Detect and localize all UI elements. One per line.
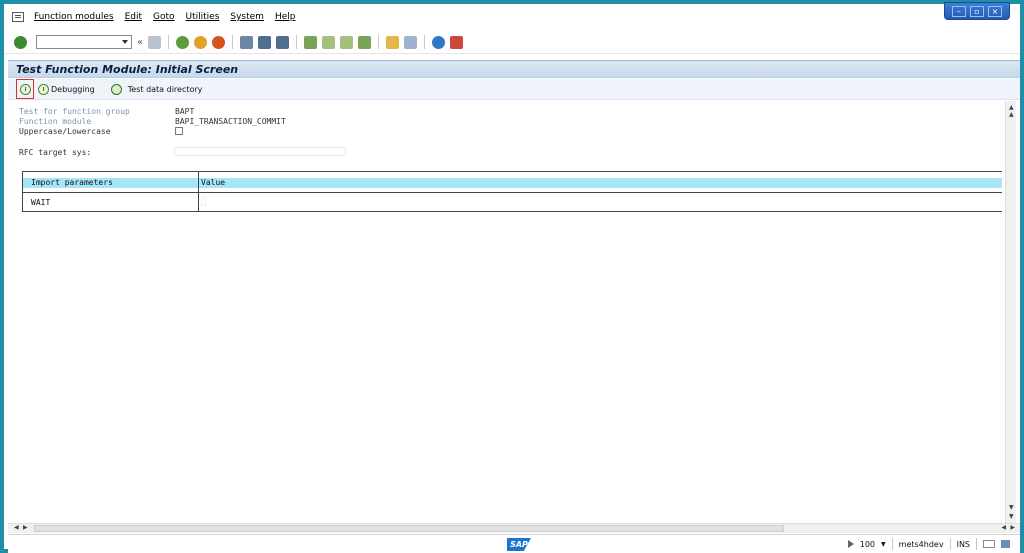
main-content: Test for function group BAPT Function mo… <box>8 101 1012 523</box>
exit-icon[interactable] <box>194 35 208 49</box>
uppercase-lowercase-label: Uppercase/Lowercase <box>19 127 111 136</box>
window-controls: – ▫ × <box>944 2 1010 20</box>
find-icon[interactable] <box>258 35 272 49</box>
application-toolbar: Debugging Test data directory <box>8 79 1020 100</box>
scroll-right-icon[interactable]: ▶ <box>23 524 28 531</box>
layout-icon[interactable] <box>450 35 464 49</box>
table-header: Import parameters Value <box>23 178 1002 188</box>
magnifier-icon <box>110 83 122 95</box>
vertical-scrollbar[interactable]: ▲ ▲ ▼ ▼ <box>1005 101 1016 523</box>
back-icon[interactable] <box>176 35 190 49</box>
help-icon[interactable] <box>432 35 446 49</box>
execute-icon <box>19 83 31 95</box>
header-import-parameters: Import parameters <box>31 178 113 187</box>
import-parameters-table: Import parameters Value WAIT <box>22 171 1002 212</box>
standard-toolbar: « <box>4 31 1020 54</box>
new-session-icon[interactable] <box>386 35 400 49</box>
toolbar-separator <box>424 35 426 49</box>
play-icon[interactable] <box>847 540 854 548</box>
toolbar-separator <box>168 35 170 49</box>
find-next-icon[interactable] <box>276 35 290 49</box>
menu-function-modules[interactable]: Function modules <box>34 12 114 22</box>
print-icon[interactable] <box>240 35 254 49</box>
uppercase-lowercase-checkbox[interactable] <box>175 127 183 135</box>
menu-system[interactable]: System <box>230 12 264 22</box>
save-icon[interactable] <box>148 35 162 49</box>
expand-command-icon[interactable]: « <box>137 37 143 48</box>
test-data-directory-label: Test data directory <box>127 84 203 94</box>
status-separator <box>976 538 977 550</box>
toolbar-separator <box>378 35 380 49</box>
horizontal-scrollbar[interactable]: ◀ ▶ ◀ ▶ <box>8 523 1020 533</box>
status-info: 100 ▼ mets4hdev INS <box>847 538 1010 550</box>
debugging-label: Debugging <box>51 84 95 94</box>
enter-icon[interactable] <box>14 35 27 49</box>
test-data-directory-button[interactable]: Test data directory <box>110 83 203 95</box>
scroll-up-icon[interactable]: ▲ <box>1009 111 1014 118</box>
scroll-left-icon[interactable]: ◀ <box>14 524 19 531</box>
command-field[interactable] <box>36 35 132 49</box>
status-separator <box>891 538 893 550</box>
next-page-icon[interactable] <box>340 35 354 49</box>
execute-button[interactable] <box>16 79 34 99</box>
menu-goto[interactable]: Goto <box>153 12 175 22</box>
page-title: Test Function Module: Initial Screen <box>16 62 239 76</box>
function-group-label: Test for function group <box>19 107 130 116</box>
debugging-button[interactable]: Debugging <box>38 83 95 95</box>
last-page-icon[interactable] <box>358 35 372 49</box>
header-value: Value <box>201 178 226 187</box>
input-mode[interactable]: INS <box>957 540 970 549</box>
toolbar-separator <box>232 35 234 49</box>
row-divider <box>23 192 1002 193</box>
param-wait: WAIT <box>31 198 51 207</box>
maximize-icon[interactable]: ▫ <box>970 5 984 17</box>
system-name: mets4hdev <box>898 539 944 549</box>
rfc-target-input[interactable] <box>174 147 346 156</box>
value-wait-input[interactable] <box>201 197 206 206</box>
menu-utilities[interactable]: Utilities <box>186 12 220 22</box>
sap-logo: SAP <box>507 538 531 551</box>
minimize-icon[interactable]: – <box>952 5 966 17</box>
debugging-icon <box>38 83 49 95</box>
close-icon[interactable]: × <box>988 5 1002 17</box>
scroll-left-icon[interactable]: ◀ <box>1001 524 1006 531</box>
function-module-value: BAPI_TRANSACTION_COMMIT <box>175 117 286 126</box>
menu-bar: Function modules Edit Goto Utilities Sys… <box>4 2 1020 30</box>
sap-window: Function modules Edit Goto Utilities Sys… <box>0 0 1024 553</box>
zoom-dropdown-icon[interactable]: ▼ <box>881 541 886 548</box>
status-separator <box>949 538 951 550</box>
scroll-down-icon[interactable]: ▼ <box>1009 513 1014 520</box>
toolbar-separator <box>296 35 298 49</box>
shortcut-icon[interactable] <box>404 35 418 49</box>
menu-icon[interactable] <box>12 12 24 22</box>
function-module-label: Function module <box>19 117 92 126</box>
menu-help[interactable]: Help <box>275 12 296 22</box>
horizontal-scroll-thumb[interactable] <box>34 525 784 532</box>
scroll-up-icon[interactable]: ▲ <box>1009 104 1014 111</box>
title-bar: Test Function Module: Initial Screen <box>8 60 1020 78</box>
menu-edit[interactable]: Edit <box>125 12 142 22</box>
zoom-value[interactable]: 100 <box>860 540 875 549</box>
scroll-right-icon[interactable]: ▶ <box>1010 524 1015 531</box>
prev-page-icon[interactable] <box>322 35 336 49</box>
scroll-down-icon[interactable]: ▼ <box>1009 504 1014 511</box>
keyboard-icon[interactable] <box>983 540 995 548</box>
lock-icon[interactable] <box>1001 540 1010 548</box>
cancel-icon[interactable] <box>212 35 226 49</box>
rfc-target-label: RFC target sys: <box>19 148 92 157</box>
first-page-icon[interactable] <box>304 35 318 49</box>
function-group-value: BAPT <box>175 107 195 116</box>
status-bar: SAP 100 ▼ mets4hdev INS <box>8 534 1020 553</box>
